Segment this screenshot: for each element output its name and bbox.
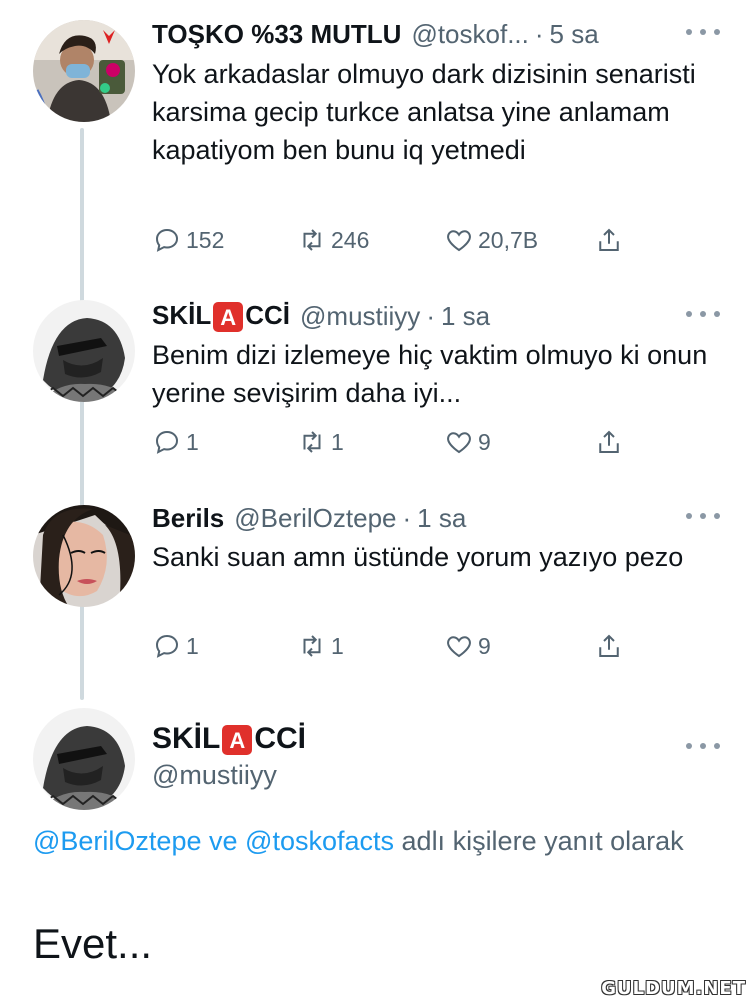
display-name[interactable]: SKİL A CCİ — [152, 722, 306, 756]
thread-line — [80, 128, 84, 700]
retweet-button[interactable]: 246 — [297, 220, 369, 260]
tweet-actions: 1 1 9 — [152, 626, 632, 666]
display-name[interactable]: TOŞKO %33 MUTLU — [152, 19, 401, 50]
avatar[interactable] — [33, 300, 135, 402]
display-name[interactable]: SKİL A CCİ — [152, 299, 291, 333]
mention-link[interactable]: @toskofacts — [245, 826, 394, 856]
replying-to: @BerilOztepe ve @toskofacts adlı kişiler… — [33, 820, 723, 862]
like-icon — [447, 636, 471, 658]
display-name[interactable]: Berils — [152, 503, 224, 534]
tweet-actions: 1 1 9 — [152, 422, 632, 462]
retweet-count: 1 — [331, 428, 344, 455]
share-icon — [599, 228, 619, 251]
name-part: CCİ — [245, 299, 291, 330]
like-icon — [447, 432, 471, 454]
a-button-emoji: A — [222, 725, 253, 756]
tweet-header: Berils @BerilOztepe · 1 sa — [152, 498, 720, 538]
retweet-icon — [303, 635, 321, 657]
reply-count: 152 — [186, 226, 225, 253]
tweet-text: Yok arkadaslar olmuyo dark dizisinin sen… — [152, 59, 696, 165]
reply-icon — [155, 430, 179, 454]
more-icon[interactable] — [686, 20, 720, 44]
like-icon — [447, 230, 471, 252]
mention-link[interactable]: @BerilOztepe — [33, 826, 201, 856]
more-icon[interactable] — [686, 734, 720, 758]
separator-dot: · — [534, 18, 544, 49]
retweet-count: 1 — [331, 632, 344, 659]
tweet-header: TOŞKO %33 MUTLU @toskof... · 5 sa — [152, 14, 720, 54]
separator-dot: · — [426, 300, 435, 331]
share-button[interactable] — [594, 220, 628, 260]
share-button[interactable] — [594, 422, 628, 462]
tweet-actions: 152 246 20,7B — [152, 220, 632, 260]
name-part: SKİL — [152, 722, 221, 755]
like-count: 9 — [478, 428, 491, 455]
retweet-button[interactable]: 1 — [297, 626, 344, 666]
user-handle[interactable]: @mustiiyy — [152, 760, 277, 791]
more-icon[interactable] — [686, 504, 720, 528]
retweet-icon — [303, 229, 321, 251]
timestamp[interactable]: 5 sa — [550, 19, 599, 50]
reply-button[interactable]: 1 — [152, 626, 199, 666]
name-part: CCİ — [254, 722, 307, 755]
user-handle[interactable]: @BerilOztepe — [234, 503, 396, 534]
reply-count: 1 — [186, 428, 199, 455]
tweet-header: SKİL A CCİ @mustiiyy · 1 sa — [152, 296, 720, 336]
like-button[interactable]: 9 — [444, 422, 491, 462]
like-count: 20,7B — [478, 226, 539, 253]
like-button[interactable]: 9 — [444, 626, 491, 666]
avatar[interactable] — [33, 708, 135, 810]
name-part: SKİL — [152, 299, 212, 330]
tweet-text: Benim dizi izlemeye hiç vaktim olmuyo ki… — [152, 340, 708, 408]
share-button[interactable] — [594, 626, 628, 666]
mention-connector: ve — [209, 826, 238, 856]
tweet-text: Sanki suan amn üstünde yorum yazıyo pezo — [152, 542, 684, 572]
reply-icon — [155, 634, 179, 658]
watermark: GULDUM.NET — [601, 978, 746, 999]
retweet-count: 246 — [331, 226, 370, 253]
avatar[interactable] — [33, 20, 135, 122]
share-icon — [599, 430, 619, 453]
user-handle[interactable]: @mustiiyy — [300, 301, 420, 332]
reply-button[interactable]: 1 — [152, 422, 199, 462]
like-button[interactable]: 20,7B — [444, 220, 538, 260]
retweet-icon — [303, 431, 321, 453]
share-icon — [599, 634, 619, 657]
a-button-emoji: A — [213, 302, 244, 333]
main-tweet-text: Evet... — [33, 920, 153, 967]
timestamp[interactable]: 1 sa — [441, 301, 490, 332]
like-count: 9 — [478, 632, 491, 659]
timestamp[interactable]: 1 sa — [417, 503, 466, 534]
separator-dot: · — [402, 502, 412, 533]
user-handle[interactable]: @toskof... — [411, 19, 528, 50]
reply-icon — [155, 228, 179, 252]
more-icon[interactable] — [686, 302, 720, 326]
retweet-button[interactable]: 1 — [297, 422, 344, 462]
reply-count: 1 — [186, 632, 199, 659]
replying-to-label: adlı kişilere yanıt olarak — [401, 826, 684, 856]
avatar[interactable] — [33, 505, 135, 607]
reply-button[interactable]: 152 — [152, 220, 224, 260]
